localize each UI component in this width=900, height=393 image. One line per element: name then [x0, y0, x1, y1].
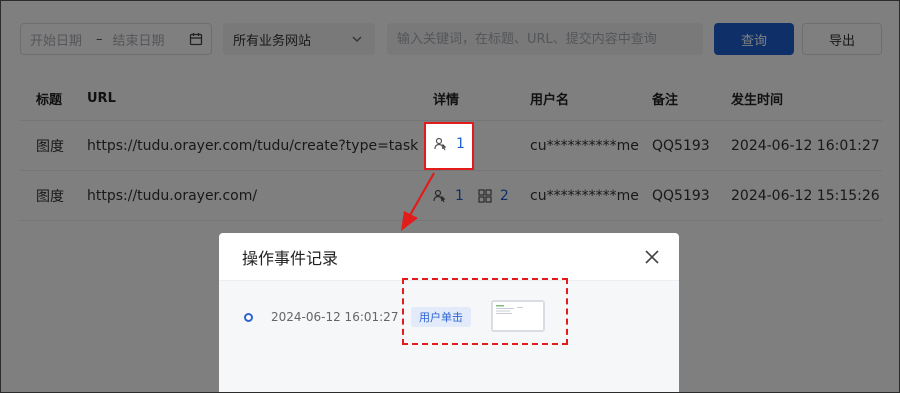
- click-count: 1: [456, 136, 465, 152]
- event-timeline: 2024-06-12 16:01:27 用户单击: [219, 281, 679, 392]
- event-type-tag: 用户单击: [411, 307, 471, 327]
- event-screenshot-thumbnail[interactable]: [491, 300, 545, 332]
- event-log-dialog: 操作事件记录 2024-06-12 16:01:27 用户单击: [219, 233, 679, 392]
- close-icon[interactable]: [643, 248, 661, 266]
- thumbnail-preview-image: [493, 302, 543, 330]
- click-record-icon: [434, 137, 447, 151]
- highlighted-detail-cell[interactable]: 1: [426, 124, 472, 168]
- event-time: 2024-06-12 16:01:27: [271, 310, 399, 324]
- dialog-title: 操作事件记录: [242, 248, 339, 268]
- dialog-header: 操作事件记录: [219, 233, 679, 281]
- timeline-dot: [244, 313, 253, 322]
- screenshot-frame: 开始日期 – 结束日期 所有业务网站 查询 导出 标题 URL 详情 用户名: [0, 0, 900, 393]
- highlighted-click-link[interactable]: 1: [434, 136, 465, 152]
